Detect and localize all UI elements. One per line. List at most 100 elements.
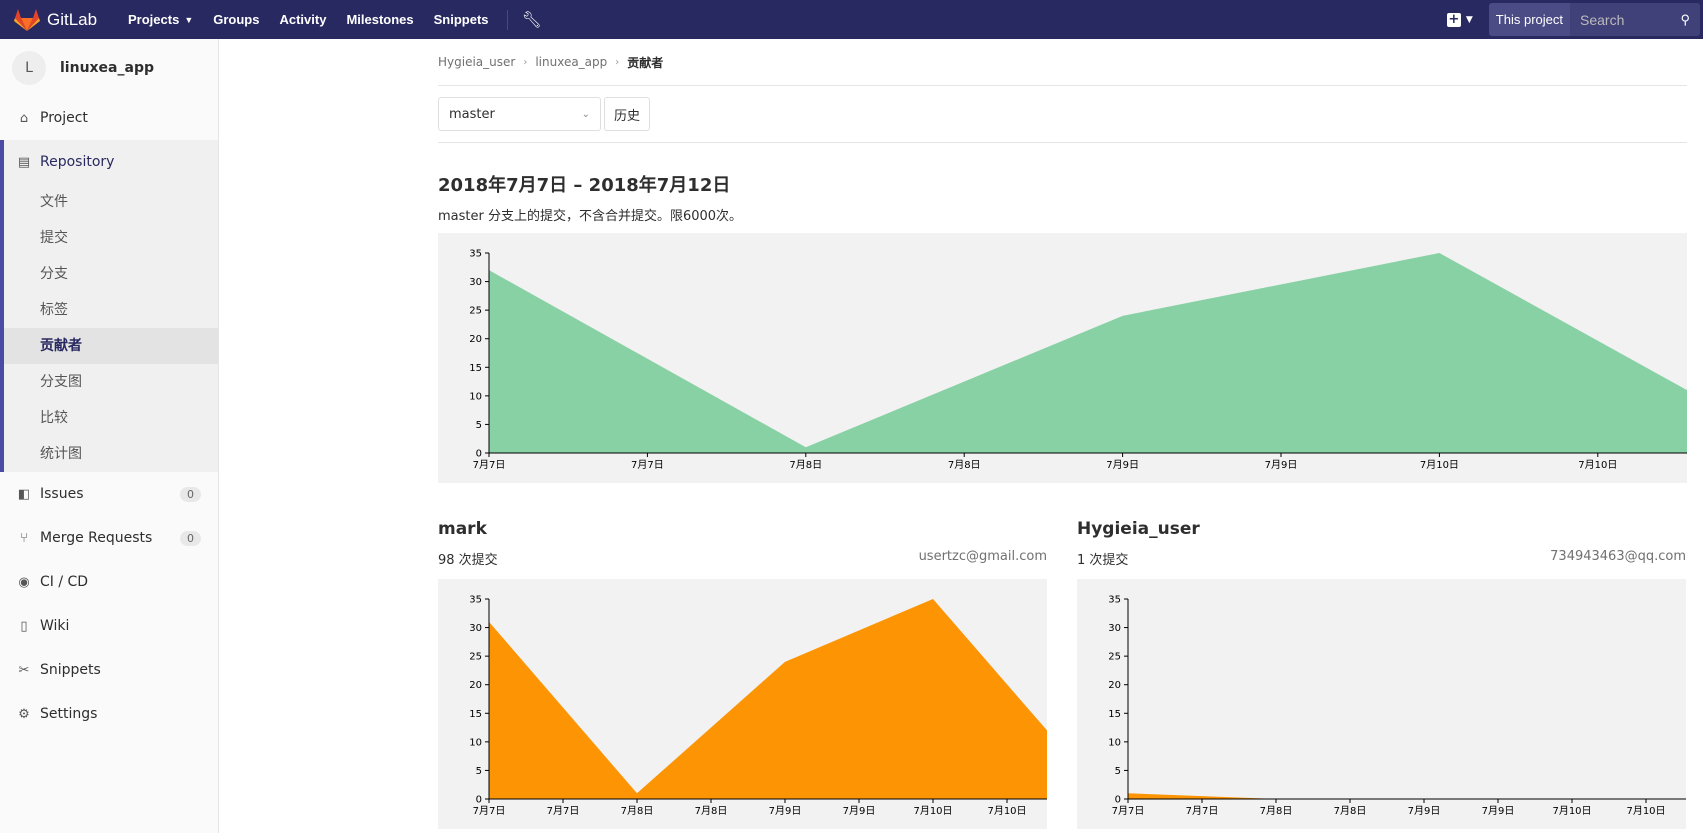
- contributor-card: Hygieia_user 1 次提交 734943463@qq.com 0 5 10…: [1077, 519, 1686, 829]
- issues-count-badge: 0: [180, 486, 201, 502]
- admin-wrench-icon[interactable]: 🔧︎: [522, 10, 542, 29]
- sidebar-subitem-branches[interactable]: 分支: [4, 256, 218, 292]
- x-tick-label: 7月9日: [769, 805, 802, 817]
- y-tick-label: 20: [469, 334, 482, 345]
- chevron-right-icon: ›: [523, 56, 528, 68]
- area-series: [1128, 793, 1686, 799]
- merge-request-icon: ⑂: [20, 530, 28, 546]
- sidebar-subitem-files[interactable]: 文件: [4, 184, 218, 220]
- ref-toolbar: master ⌄ 历史: [438, 86, 1687, 143]
- sidebar-item-label: Wiki: [40, 618, 70, 634]
- y-tick-label: 35: [469, 595, 482, 606]
- project-sidebar: L linuxea_app ⌂ Project ▤ Repository 文件 …: [0, 39, 219, 833]
- history-button[interactable]: 历史: [604, 97, 651, 131]
- sidebar-item-project[interactable]: ⌂ Project: [0, 96, 218, 140]
- x-tick-label: 7月8日: [1260, 805, 1293, 817]
- chevron-right-icon: ›: [615, 56, 620, 68]
- y-tick-label: 25: [469, 306, 482, 317]
- x-tick-label: 7月10日: [1552, 805, 1591, 817]
- area-series: [489, 599, 1047, 799]
- sidebar-subitem-compare[interactable]: 比较: [4, 400, 218, 436]
- nav-milestones[interactable]: Milestones: [346, 12, 413, 27]
- y-tick-label: 35: [1108, 595, 1121, 606]
- sidebar-item-settings[interactable]: ⚙ Settings: [0, 692, 218, 736]
- contributor-chart-svg: 0 5 10 15 20 25 30 35 7月7日 7月7日 7月8日 7月8日 7月9日 7月9日 7月…: [469, 595, 1047, 817]
- contributor-chart-svg: 0 5 10 15 20 25 30 35 7月7日 7月7日 7月8日 7月8日 7月9日 7月9日 7月…: [1108, 595, 1686, 817]
- new-dropdown-button[interactable]: + ▼: [1446, 12, 1473, 27]
- chevron-down-icon: ▼: [1465, 14, 1473, 25]
- sidebar-subitem-graph[interactable]: 分支图: [4, 364, 218, 400]
- top-navbar: GitLab Projects ▼ Groups Activity Milesto…: [0, 0, 1703, 39]
- sidebar-item-wiki[interactable]: ▯ Wiki: [0, 604, 218, 648]
- sidebar-item-repository[interactable]: ▤ Repository: [4, 140, 218, 184]
- y-tick-label: 0: [1115, 795, 1121, 806]
- date-range-title: 2018年7月7日 – 2018年7月12日: [438, 175, 731, 196]
- contributor-commit-count: 1 次提交: [1077, 553, 1129, 568]
- sidebar-project-header[interactable]: L linuxea_app: [0, 39, 218, 96]
- x-tick-label: 7月9日: [1265, 459, 1298, 471]
- search-input[interactable]: Search ⚲: [1570, 3, 1700, 36]
- x-tick-label: 7月9日: [1408, 805, 1441, 817]
- brand-name: GitLab: [47, 9, 98, 29]
- y-tick-label: 20: [1108, 680, 1121, 691]
- contributor-email: usertzc@gmail.com: [918, 549, 1047, 564]
- y-tick-label: 10: [469, 737, 482, 748]
- sidebar-item-issues[interactable]: ◧ Issues 0: [0, 472, 218, 516]
- x-tick-label: 7月7日: [473, 459, 506, 471]
- x-tick-label: 7月8日: [789, 459, 822, 471]
- x-tick-label: 7月10日: [1578, 459, 1617, 471]
- home-icon: ⌂: [19, 110, 29, 126]
- contributor-email: 734943463@qq.com: [1550, 549, 1686, 564]
- gear-icon: ⚙: [18, 706, 30, 722]
- main-content: Hygieia_user › linuxea_app › 贡献者 master …: [438, 39, 1687, 829]
- area-series: [489, 253, 1687, 453]
- rocket-icon: ◉: [18, 574, 30, 590]
- project-avatar: L: [12, 50, 46, 85]
- date-range-subtitle: master 分支上的提交，不含合并提交。限6000次。: [438, 209, 743, 224]
- x-tick-label: 7月7日: [547, 805, 580, 817]
- y-tick-label: 15: [1108, 709, 1121, 720]
- sidebar-subitem-tags[interactable]: 标签: [4, 292, 218, 328]
- nav-projects-label: Projects: [128, 12, 180, 27]
- nav-projects[interactable]: Projects ▼: [128, 12, 193, 27]
- search-placeholder: Search: [1580, 11, 1625, 28]
- search-scope-badge[interactable]: This project: [1488, 3, 1570, 36]
- breadcrumb-item[interactable]: Hygieia_user: [438, 55, 515, 69]
- sidebar-subitem-contributors[interactable]: 贡献者: [4, 328, 218, 364]
- overall-commits-chart-svg: 0 5 10 15 20 25 30 35 7月7日 7月7日 7月8日 7月8日 7月9日 7月9日 7月…: [469, 249, 1687, 471]
- document-icon: ▤: [17, 154, 31, 170]
- scissors-icon: ✂: [18, 662, 30, 678]
- y-tick-label: 35: [469, 249, 482, 260]
- x-tick-label: 7月7日: [473, 805, 506, 817]
- sidebar-subitem-commits[interactable]: 提交: [4, 220, 218, 256]
- nav-snippets[interactable]: Snippets: [434, 12, 489, 27]
- nav-groups[interactable]: Groups: [213, 12, 259, 27]
- breadcrumb-current[interactable]: 贡献者: [627, 54, 663, 71]
- y-tick-label: 30: [1108, 623, 1121, 634]
- x-tick-label: 7月7日: [1186, 805, 1219, 817]
- sidebar-item-merge-requests[interactable]: ⑂ Merge Requests 0: [0, 516, 218, 560]
- y-tick-label: 30: [469, 277, 482, 288]
- contributors-list: mark 98 次提交 usertzc@gmail.com 0 5 10 15 20 25…: [438, 519, 1687, 829]
- y-tick-label: 30: [469, 623, 482, 634]
- project-name: linuxea_app: [60, 59, 154, 76]
- sidebar-subitem-charts[interactable]: 统计图: [4, 436, 218, 472]
- y-tick-label: 25: [469, 652, 482, 663]
- sidebar-item-label: Merge Requests: [40, 530, 153, 546]
- book-icon: ▯: [20, 618, 28, 634]
- branch-select[interactable]: master ⌄: [438, 97, 601, 131]
- breadcrumb-item[interactable]: linuxea_app: [535, 55, 607, 69]
- contributor-name: Hygieia_user: [1077, 519, 1200, 539]
- nav-activity[interactable]: Activity: [279, 12, 326, 27]
- gitlab-logo[interactable]: GitLab: [14, 8, 118, 32]
- sidebar-item-label: Project: [40, 110, 88, 126]
- x-tick-label: 7月8日: [695, 805, 728, 817]
- sidebar-item-cicd[interactable]: ◉ CI / CD: [0, 560, 218, 604]
- search-box: This project Search ⚲: [1488, 3, 1700, 36]
- sidebar-item-snippets[interactable]: ✂ Snippets: [0, 648, 218, 692]
- branch-select-value: master: [449, 106, 495, 122]
- y-tick-label: 10: [469, 391, 482, 402]
- contributor-chart: 0 5 10 15 20 25 30 35 7月7日 7月7日 7月8日 7月8日 7月9日 7月9日 7月…: [1077, 579, 1686, 829]
- x-tick-label: 7月9日: [1106, 459, 1139, 471]
- contributor-commit-count: 98 次提交: [438, 553, 498, 568]
